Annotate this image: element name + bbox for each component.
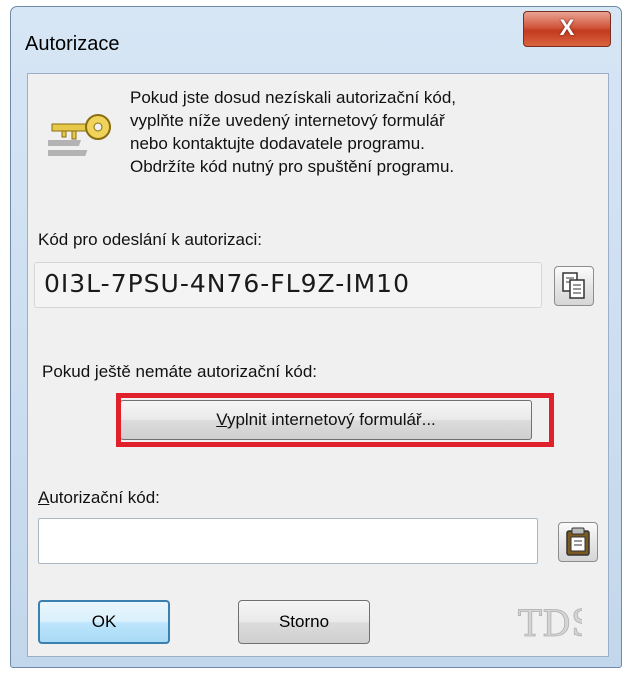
no-code-label: Pokud ještě nemáte autorizační kód: (42, 362, 317, 381)
highlight-frame (116, 393, 554, 447)
auth-code-label-text: utorizační kód: (49, 488, 160, 507)
send-code-label: Kód pro odeslání k autorizaci: (38, 230, 262, 249)
auth-code-label: Autorizační kód: (38, 488, 160, 508)
paste-button[interactable] (558, 522, 598, 562)
copy-button[interactable] (554, 266, 594, 306)
auth-code-input[interactable] (38, 518, 538, 564)
intro-text: Pokud jste dosud nezískali autorizační k… (130, 86, 600, 178)
intro-line: nebo kontaktujte dodavatele programu. (130, 134, 425, 153)
window-title: Autorizace (25, 33, 120, 55)
intro-line: vyplňte níže uvedený internetový formulá… (130, 111, 445, 130)
paste-icon (566, 527, 590, 556)
tds-logo: TDS (518, 604, 582, 644)
dialog-body: Pokud jste dosud nezískali autorizační k… (27, 73, 609, 657)
cancel-button[interactable]: Storno (238, 600, 370, 644)
copy-icon (562, 272, 585, 299)
intro-line: Obdržíte kód nutný pro spuštění programu… (130, 157, 455, 176)
close-button[interactable]: X (523, 11, 611, 47)
auth-code-accel: A (38, 488, 50, 507)
title-bar[interactable]: Autorizace X (11, 7, 621, 73)
send-code-value[interactable]: 0I3L-7PSU-4N76-FL9Z-IM10 (44, 269, 410, 298)
key-icon (48, 114, 111, 156)
intro-line: Pokud jste dosud nezískali autorizační k… (130, 88, 457, 107)
ok-button[interactable]: OK (38, 600, 170, 644)
tds-logo-text: TDS (518, 604, 582, 644)
authorization-dialog: Autorizace X Pokud jste dosud nezískali … (10, 6, 622, 668)
